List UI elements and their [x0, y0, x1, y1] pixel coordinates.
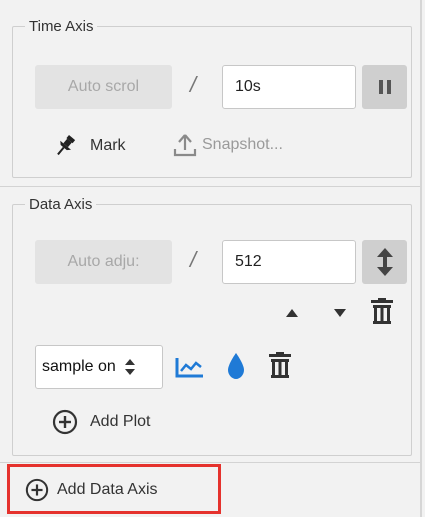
add-data-axis-label: Add Data Axis [57, 481, 158, 498]
mark-label: Mark [90, 137, 126, 154]
vertical-resize-icon [376, 248, 393, 276]
data-axis-legend: Data Axis [29, 196, 93, 213]
trash-icon [269, 352, 291, 378]
move-up-button[interactable] [284, 306, 300, 318]
add-plot-button[interactable]: Add Plot [52, 408, 150, 436]
line-chart-icon [175, 358, 203, 378]
time-axis-legend: Time Axis [29, 18, 94, 35]
plot-select[interactable]: sample on [35, 345, 163, 389]
triangle-up-icon [286, 309, 298, 317]
pause-icon [378, 80, 391, 94]
move-down-button[interactable] [332, 306, 348, 318]
time-axis-separator: / [190, 72, 197, 97]
plot-color-button[interactable] [226, 352, 246, 380]
add-plot-label: Add Plot [90, 413, 151, 430]
data-range-value: 512 [235, 253, 262, 270]
delete-plot-button[interactable] [268, 352, 292, 378]
delete-axis-button[interactable] [370, 298, 394, 324]
time-range-value: 10s [235, 78, 261, 95]
data-range-input[interactable]: 512 [222, 240, 356, 284]
section-divider-2 [0, 462, 420, 463]
plot-select-value: sample on [42, 358, 116, 375]
select-updown-icon [124, 359, 135, 375]
snapshot-button[interactable]: Snapshot... [172, 131, 283, 159]
snapshot-label: Snapshot... [202, 136, 283, 153]
data-axis-separator: / [190, 247, 197, 272]
auto-scroll-label: Auto scrol [67, 78, 140, 95]
auto-adjust-label: Auto adju: [67, 253, 140, 270]
plus-circle-icon [52, 409, 78, 435]
trash-icon [371, 298, 393, 324]
plus-circle-icon [25, 478, 49, 502]
water-drop-icon [228, 353, 244, 379]
plot-style-button[interactable] [175, 356, 205, 378]
mark-button[interactable]: Mark [52, 133, 126, 159]
add-data-axis-button[interactable]: Add Data Axis [25, 476, 158, 504]
panel-right-border [420, 0, 422, 517]
auto-adjust-button[interactable]: Auto adju: [35, 240, 172, 284]
vertical-resize-button[interactable] [362, 240, 407, 284]
section-divider-1 [0, 186, 420, 187]
time-range-input[interactable]: 10s [222, 65, 356, 109]
auto-scroll-button[interactable]: Auto scrol [35, 65, 172, 109]
pin-icon [57, 135, 76, 156]
upload-icon [173, 134, 197, 157]
triangle-down-icon [334, 309, 346, 317]
pause-button[interactable] [362, 65, 407, 109]
axes-panel: Time Axis Auto scrol / 10s Mark Snapshot… [0, 0, 425, 517]
